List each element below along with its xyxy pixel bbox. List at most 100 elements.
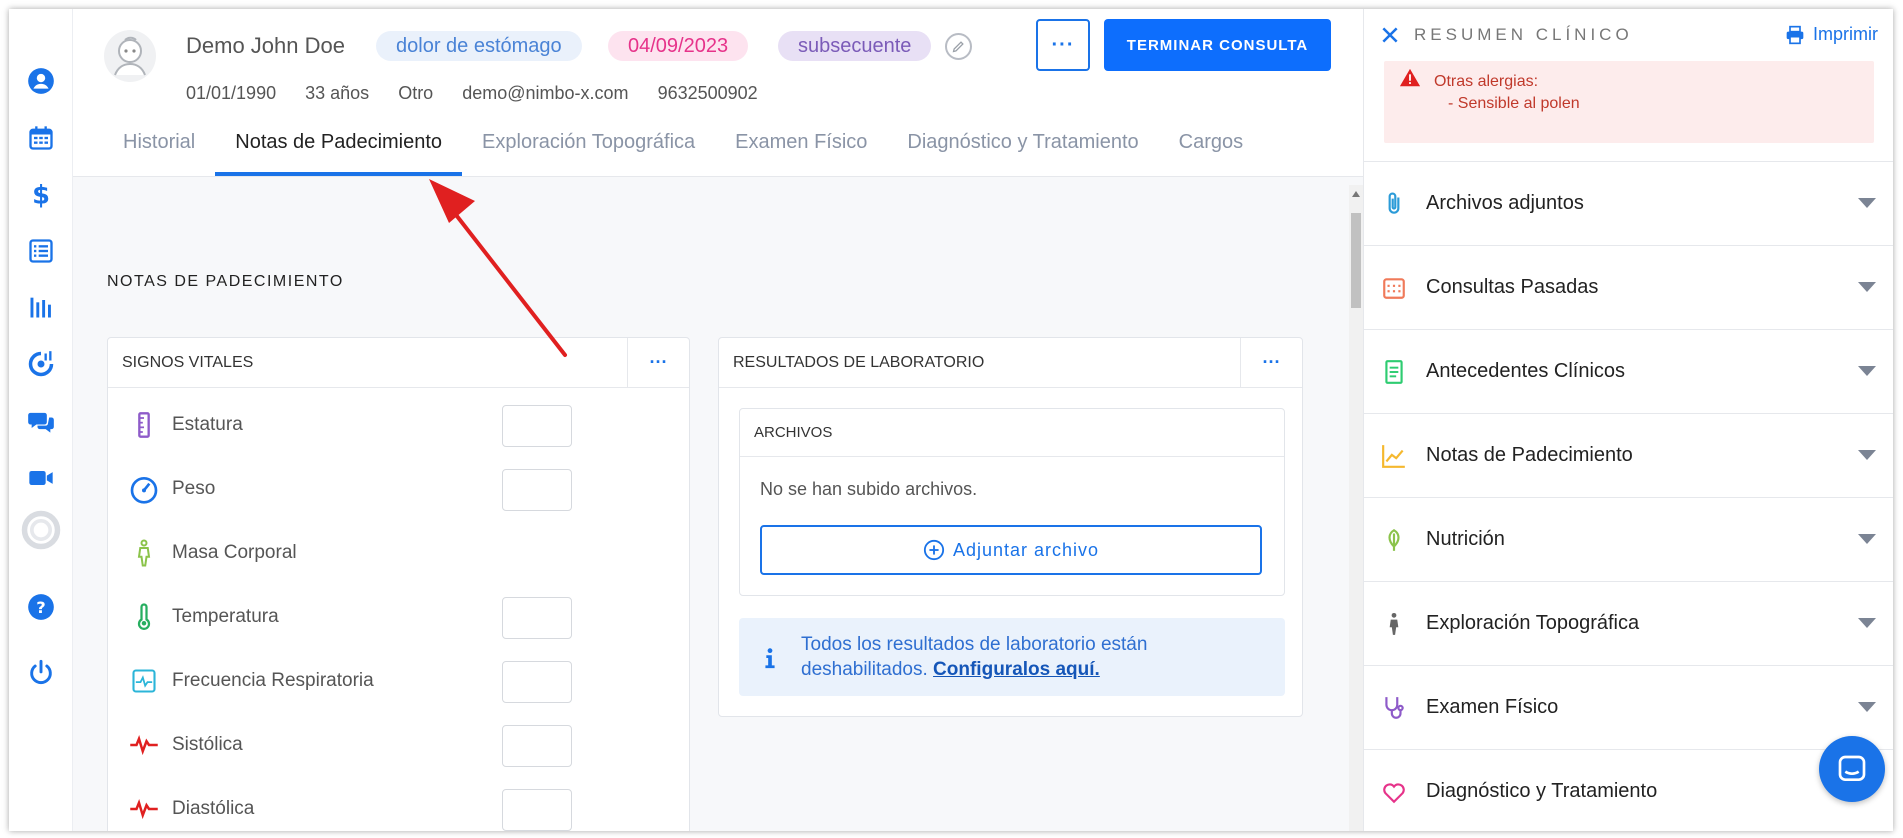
- allergy-item: - Sensible al polen: [1448, 95, 1580, 112]
- summary-section-diagnostico[interactable]: Diagnóstico y Tratamiento: [1364, 749, 1893, 831]
- patient-birthdate: 01/01/1990: [186, 83, 277, 103]
- lab-info-alert: Todos los resultados de laboratorio está…: [739, 618, 1285, 696]
- warning-icon: [1399, 68, 1421, 87]
- chevron-down-icon[interactable]: [1858, 702, 1876, 712]
- sidebar-video-icon[interactable]: [9, 458, 73, 498]
- vitals-card: SIGNOS VITALES ··· Estatura Peso Masa Co…: [107, 337, 690, 831]
- gauge-icon: [126, 471, 162, 507]
- summary-section-nutricion[interactable]: Nutrición: [1364, 497, 1893, 581]
- attach-file-button[interactable]: Adjuntar archivo: [760, 525, 1262, 575]
- tab-diagnostico-tratamiento[interactable]: Diagnóstico y Tratamiento: [887, 124, 1158, 176]
- heart-icon: [1380, 778, 1408, 806]
- section-label: Diagnóstico y Tratamiento: [1426, 780, 1658, 802]
- attach-file-label: Adjuntar archivo: [952, 539, 1100, 560]
- patient-name: Demo John Doe: [186, 33, 345, 58]
- patient-age: 33 años: [305, 83, 370, 103]
- svg-text:$: $: [32, 180, 50, 208]
- configure-link[interactable]: Configuralos aquí.: [933, 659, 1100, 680]
- edit-pencil-icon[interactable]: [945, 33, 972, 60]
- summary-section-examen[interactable]: Examen Físico: [1364, 665, 1893, 749]
- patient-phone: 9632500902: [657, 83, 758, 103]
- lab-more-button[interactable]: ···: [1240, 337, 1302, 388]
- end-consultation-button[interactable]: TERMINAR CONSULTA: [1104, 19, 1331, 71]
- tab-historial[interactable]: Historial: [103, 124, 215, 176]
- weight-input[interactable]: [502, 469, 572, 511]
- scroll-up-icon[interactable]: [1352, 191, 1360, 197]
- more-options-button[interactable]: ···: [1036, 19, 1090, 71]
- height-input[interactable]: [502, 405, 572, 447]
- tab-examen-fisico[interactable]: Examen Físico: [715, 124, 887, 176]
- lab-title: RESULTADOS DE LABORATORIO: [733, 353, 985, 371]
- section-label: Consultas Pasadas: [1426, 276, 1599, 298]
- chevron-down-icon[interactable]: [1858, 534, 1876, 544]
- vital-label: Diastólica: [172, 798, 255, 819]
- stethoscope-icon: [1380, 694, 1408, 722]
- sidebar-list-icon[interactable]: [9, 231, 73, 271]
- diastolic-input[interactable]: [502, 789, 572, 831]
- files-box: ARCHIVOS No se han subido archivos. Adju…: [739, 408, 1285, 596]
- sidebar-power-icon[interactable]: [9, 653, 73, 693]
- printer-icon: [1786, 25, 1804, 44]
- patient-header: Demo John Doe dolor de estómago 04/09/20…: [73, 9, 1363, 177]
- vitals-more-button[interactable]: ···: [627, 337, 689, 388]
- vital-row: Temperatura: [126, 592, 686, 642]
- files-title: ARCHIVOS: [740, 409, 1284, 457]
- sidebar-calendar-icon[interactable]: [9, 118, 73, 158]
- close-icon[interactable]: [1380, 25, 1400, 45]
- vital-row: Peso: [126, 464, 686, 514]
- tab-notas-padecimiento[interactable]: Notas de Padecimiento: [215, 124, 462, 176]
- thermometer-icon: [126, 599, 162, 635]
- svg-text:?: ?: [36, 598, 45, 617]
- sidebar-chat-icon[interactable]: [9, 401, 73, 441]
- consultation-tabs: Historial Notas de Padecimiento Explorac…: [103, 124, 1263, 176]
- print-label: Imprimir: [1813, 24, 1878, 44]
- summary-section-notas[interactable]: Notas de Padecimiento: [1364, 413, 1893, 497]
- tab-exploracion-topografica[interactable]: Exploración Topográfica: [462, 124, 715, 176]
- chat-bubble-icon: [1838, 755, 1866, 781]
- chevron-down-icon[interactable]: [1858, 282, 1876, 292]
- consult-type-badge: subsecuente: [778, 31, 932, 61]
- sidebar-analytics-icon[interactable]: [9, 344, 73, 384]
- tab-cargos[interactable]: Cargos: [1159, 124, 1263, 176]
- lab-card-header: RESULTADOS DE LABORATORIO ···: [719, 337, 1302, 388]
- vital-label: Peso: [172, 478, 216, 499]
- sidebar-bars-icon[interactable]: [9, 287, 73, 327]
- patient-email: demo@nimbo-x.com: [462, 83, 629, 103]
- summary-section-exploracion[interactable]: Exploración Topográfica: [1364, 581, 1893, 665]
- content-scrollbar[interactable]: [1349, 185, 1363, 831]
- reason-badge: dolor de estómago: [376, 31, 582, 61]
- patient-avatar-icon: [103, 29, 157, 83]
- allergy-text: Otras alergias: - Sensible al polen: [1434, 71, 1580, 115]
- no-files-text: No se han subido archivos.: [760, 479, 978, 499]
- leaf-icon: [1380, 526, 1408, 554]
- vital-label: Frecuencia Respiratoria: [172, 670, 374, 691]
- summary-section-archivos[interactable]: Archivos adjuntos: [1364, 161, 1893, 245]
- sidebar-help-icon[interactable]: ?: [9, 587, 73, 627]
- summary-section-antecedentes[interactable]: Antecedentes Clínicos: [1364, 329, 1893, 413]
- body-mass-icon: [126, 535, 162, 571]
- respiratory-monitor-icon: [126, 663, 162, 699]
- chat-support-button[interactable]: [1819, 736, 1885, 802]
- chevron-down-icon[interactable]: [1858, 450, 1876, 460]
- chevron-down-icon[interactable]: [1858, 198, 1876, 208]
- chevron-down-icon[interactable]: [1858, 366, 1876, 376]
- systolic-input[interactable]: [502, 725, 572, 767]
- print-button[interactable]: Imprimir: [1785, 24, 1878, 45]
- app-window: $ ? Demo John Doe dolor de estómago 04/0…: [9, 9, 1893, 831]
- scrollbar-thumb[interactable]: [1351, 213, 1361, 308]
- sidebar-dollar-icon[interactable]: $: [9, 174, 73, 214]
- patient-info-line: 01/01/1990 33 años Otro demo@nimbo-x.com…: [186, 83, 782, 104]
- panel-title: RESUMEN CLÍNICO: [1414, 25, 1633, 44]
- section-label: Exploración Topográfica: [1426, 612, 1640, 634]
- lab-results-card: RESULTADOS DE LABORATORIO ··· ARCHIVOS N…: [718, 337, 1303, 717]
- sidebar-profile-icon[interactable]: [9, 61, 73, 101]
- summary-section-consultas[interactable]: Consultas Pasadas: [1364, 245, 1893, 329]
- section-label: Archivos adjuntos: [1426, 192, 1584, 214]
- respiratory-rate-input[interactable]: [502, 661, 572, 703]
- vital-row: Estatura: [126, 400, 686, 450]
- content-area: NOTAS DE PADECIMIENTO SIGNOS VITALES ···…: [73, 177, 1363, 831]
- vital-row: Frecuencia Respiratoria: [126, 656, 686, 706]
- date-badge: 04/09/2023: [608, 31, 749, 61]
- temperature-input[interactable]: [502, 597, 572, 639]
- chevron-down-icon[interactable]: [1858, 618, 1876, 628]
